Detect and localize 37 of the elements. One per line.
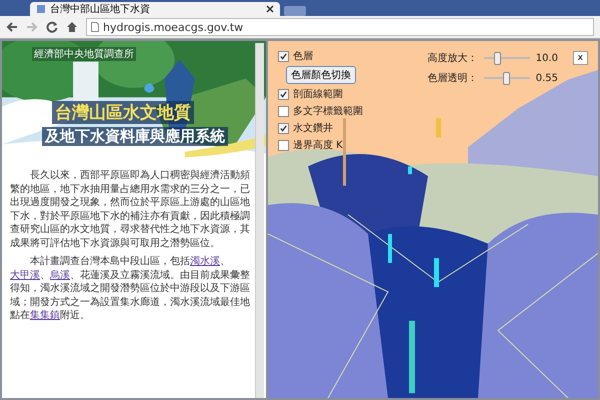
reload-icon[interactable]	[46, 21, 58, 33]
site-subtitle: 及地下水資料庫與應用系統	[42, 127, 228, 146]
slider-label: 高度放大：	[428, 52, 478, 65]
page-icon	[36, 4, 46, 14]
text-link[interactable]: 大甲溪	[10, 270, 40, 280]
text-link[interactable]: 烏溪	[50, 270, 70, 280]
close-button[interactable]: x	[572, 51, 588, 65]
site-title: 台灣山區水文地質	[52, 101, 194, 124]
close-icon[interactable]	[266, 5, 274, 13]
page-icon	[91, 22, 99, 32]
checkbox[interactable]	[278, 106, 289, 116]
tab-title: 台灣中部山區地下水資	[50, 2, 151, 16]
color-toggle-button[interactable]: 色層顏色切換	[286, 66, 356, 84]
home-icon[interactable]	[66, 21, 78, 33]
text-link[interactable]: 集集鎮	[30, 310, 60, 321]
scrollbar[interactable]	[255, 43, 264, 398]
paragraph: 長久以來，西部平原區即為人口稠密與經濟活動頻繁的地區，地下水抽用量占總用水需求的三分之一，已出現過度開發之現象，然而位於平原區上游處的山區地下水，對於平原區地下水的補注亦有貢獻，因此積極調查研究山區的水文地質，尋求替代性之地下水資源，其成果將可評估地下水資源與可取用之潛勢區位。	[10, 169, 251, 250]
slider-value: 10.0	[536, 52, 558, 64]
checkbox-label: 剖面線範圍	[293, 88, 343, 101]
checkbox-label: 多文字標籤範圍	[293, 104, 363, 118]
checkbox-label: 水文鑽井	[293, 122, 333, 135]
paragraph: 本計畫調查台灣本島中段山區，包括濁水溪、 大甲溪、烏溪、花蓮溪及立霧溪流域。由目前成果彙整得知，濁水溪流域之開發潛勢區位於中游段以及下游區域；開發方式之一為設置集水廊道，濁水溪流域最佳地點在集集鎮附近。	[10, 255, 251, 322]
checkbox-label: 邊界高度 K	[293, 138, 343, 152]
checkbox-label: 色層	[293, 50, 313, 63]
address-field[interactable]: hydrogis.moeacgs.gov.tw	[86, 18, 594, 36]
checkbox[interactable]	[278, 50, 289, 62]
slider-value: 0.55	[536, 72, 558, 84]
slider-thumb[interactable]	[503, 72, 510, 85]
text-link[interactable]: 濁水溪	[190, 256, 220, 267]
checkbox[interactable]	[278, 88, 289, 100]
checkbox[interactable]	[278, 140, 289, 150]
agency-name: 經濟部中央地質調查所	[32, 47, 136, 61]
browser-tab[interactable]: 台灣中部山區地下水資	[30, 2, 280, 16]
slider-thumb[interactable]	[494, 52, 502, 65]
slider-label: 色層透明：	[428, 72, 478, 85]
checkbox[interactable]	[278, 122, 289, 134]
back-icon[interactable]	[6, 21, 18, 33]
